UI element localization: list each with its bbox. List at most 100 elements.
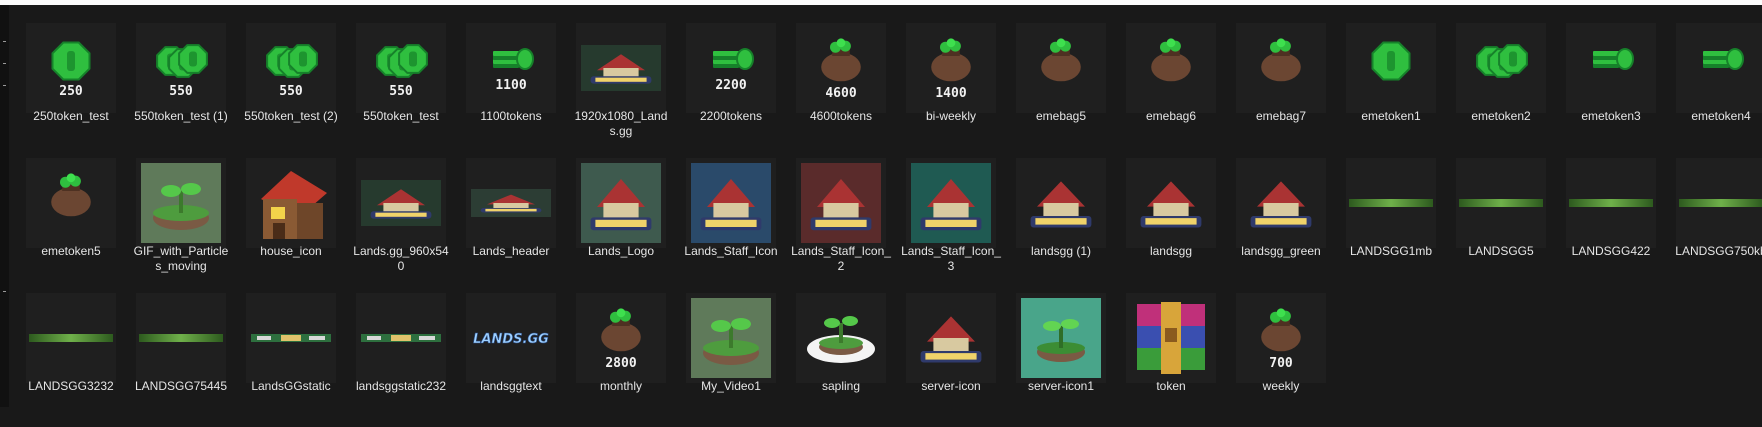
- file-item[interactable]: emebag5: [1011, 22, 1111, 157]
- emerald-token-icon: [1346, 23, 1436, 113]
- file-item[interactable]: Lands_Logo: [571, 157, 671, 292]
- emerald-stack-icon: 1100: [466, 23, 556, 113]
- file-item[interactable]: Lands_header: [461, 157, 561, 292]
- emerald-bag-icon-graphic: 2800: [601, 308, 641, 371]
- thumbnail-caption: LANDS.GG: [473, 332, 549, 346]
- file-name-label: 2200tokens: [699, 109, 763, 123]
- file-item[interactable]: LANDSGG1mb: [1341, 157, 1441, 292]
- file-item[interactable]: house_icon: [241, 157, 341, 292]
- file-name-label: monthly: [599, 379, 643, 393]
- file-name-label: Lands_Staff_Icon_2: [791, 244, 891, 273]
- file-name-label: My_Video1: [701, 379, 761, 393]
- emerald-token-icon-graphic: 250: [51, 41, 91, 99]
- emerald-stack-icon: [1676, 23, 1762, 113]
- file-item[interactable]: landsgg (1): [1011, 157, 1111, 292]
- file-item[interactable]: emebag6: [1121, 22, 1221, 157]
- file-name-label: landsgg: [1149, 244, 1193, 258]
- file-name-label: server-icon1: [1027, 379, 1095, 393]
- grass-banner-icon: [1569, 199, 1653, 207]
- file-name-label: landsggstatic232: [355, 379, 447, 393]
- lands-staff-teal-icon-graphic: [911, 163, 991, 243]
- emerald-tokens-icon: 550: [246, 23, 336, 113]
- file-name-label: LANDSGG5: [1468, 244, 1534, 258]
- file-item[interactable]: 1100 1100tokens: [461, 22, 561, 157]
- emerald-bag-icon: [1126, 23, 1216, 113]
- lands-staff-blue-icon: [686, 158, 776, 248]
- file-item[interactable]: landsgg_green: [1231, 157, 1331, 292]
- file-name-label: Lands_header: [472, 244, 550, 258]
- file-item[interactable]: 250 250token_test: [21, 22, 121, 157]
- file-item[interactable]: 1400 bi-weekly: [901, 22, 1001, 157]
- file-name-label: emetoken5: [41, 244, 101, 258]
- emerald-stack-icon: [1566, 23, 1656, 113]
- emerald-tokens-icon: 550: [356, 23, 446, 113]
- file-name-label: emetoken4: [1691, 109, 1751, 123]
- file-item[interactable]: emebag7: [1231, 22, 1331, 157]
- thumbnail-caption: 2800: [605, 356, 636, 371]
- lands-logo-small-icon: [1236, 158, 1326, 248]
- emerald-stack-icon-graphic: 1100: [493, 48, 534, 93]
- navigation-pane-edge[interactable]: [0, 5, 9, 407]
- lands-header-icon-graphic: [471, 189, 551, 217]
- lands-banner-icon-graphic: [581, 45, 661, 91]
- file-item[interactable]: emetoken4: [1671, 22, 1762, 157]
- file-name-label: 550token_test: [363, 109, 439, 123]
- thumbnail-caption: 1100: [495, 78, 526, 93]
- file-item[interactable]: 550 550token_test: [351, 22, 451, 157]
- archive-icon-graphic: [1137, 302, 1205, 374]
- house-icon: [246, 158, 336, 248]
- sapling-green-icon-graphic: [1021, 298, 1101, 378]
- lands-logo-small-icon-graphic: [1241, 167, 1321, 239]
- file-name-label: house_icon: [260, 244, 322, 258]
- emerald-bag-icon: [1236, 23, 1326, 113]
- file-name-label: token: [1156, 379, 1186, 393]
- sapling-cloud-icon: [796, 293, 886, 383]
- file-item[interactable]: 550 550token_test (2): [241, 22, 341, 157]
- sapling-island-icon: [136, 158, 226, 248]
- thumbnail-caption: 4600: [825, 86, 856, 101]
- sapling-cloud-icon-graphic: [807, 316, 875, 363]
- file-item[interactable]: 1920x1080_Lands.gg: [571, 22, 671, 157]
- file-item[interactable]: 2200 2200tokens: [681, 22, 781, 157]
- emerald-bag-icon-graphic: [51, 173, 91, 217]
- file-name-label: emetoken3: [1581, 109, 1641, 123]
- file-item[interactable]: landsgg: [1121, 157, 1221, 292]
- file-grid: 250 250token_test 550 550token_test (1) 55…: [21, 22, 1762, 427]
- emerald-stack-icon-graphic: 2200: [713, 48, 754, 93]
- lands-banner-icon-graphic: [361, 180, 441, 226]
- thumbnail-caption: 2200: [715, 78, 746, 93]
- emerald-bag-icon-graphic: [1261, 38, 1301, 82]
- file-item[interactable]: Lands_Staff_Icon: [681, 157, 781, 292]
- grass-banner-icon: [1566, 158, 1656, 248]
- thumbnail-caption: 700: [1269, 356, 1293, 371]
- emerald-token-icon: 250: [26, 23, 116, 113]
- file-name-label: 4600tokens: [809, 109, 873, 123]
- emerald-tokens-icon-graphic: 550: [376, 44, 428, 99]
- file-item[interactable]: LANDSGG750kb: [1671, 157, 1762, 292]
- emerald-stack-icon-graphic: [1703, 48, 1744, 70]
- file-item[interactable]: Lands_Staff_Icon_2: [791, 157, 891, 292]
- file-name-label: 550token_test (1): [134, 109, 228, 123]
- file-item[interactable]: emetoken1: [1341, 22, 1441, 157]
- file-item[interactable]: GIF_with_Particles_moving: [131, 157, 231, 292]
- lands-logo-icon-graphic: [581, 163, 661, 243]
- emerald-tokens-icon-graphic: [1476, 44, 1528, 78]
- file-item[interactable]: emetoken5: [21, 157, 121, 292]
- file-item[interactable]: LANDSGG5: [1451, 157, 1551, 292]
- file-item[interactable]: Lands.gg_960x540: [351, 157, 451, 292]
- grass-banner-icon: [1679, 199, 1762, 207]
- file-item[interactable]: emetoken2: [1451, 22, 1551, 157]
- emerald-bag-icon-graphic: [1151, 38, 1191, 82]
- lands-banner-icon: [576, 23, 666, 113]
- file-item[interactable]: 550 550token_test (1): [131, 22, 231, 157]
- file-name-label: landsggtext: [480, 379, 542, 393]
- file-item[interactable]: LANDSGG422: [1561, 157, 1661, 292]
- pane-tick: [3, 291, 6, 292]
- file-item[interactable]: 4600 4600tokens: [791, 22, 891, 157]
- file-name-label: LANDSGG75445: [134, 379, 228, 393]
- emerald-bag-icon: 700: [1236, 293, 1326, 383]
- file-item[interactable]: Lands_Staff_Icon_3: [901, 157, 1001, 292]
- file-name-label: LandsGGstatic: [251, 379, 331, 393]
- lands-header-icon: [466, 158, 556, 248]
- file-item[interactable]: emetoken3: [1561, 22, 1661, 157]
